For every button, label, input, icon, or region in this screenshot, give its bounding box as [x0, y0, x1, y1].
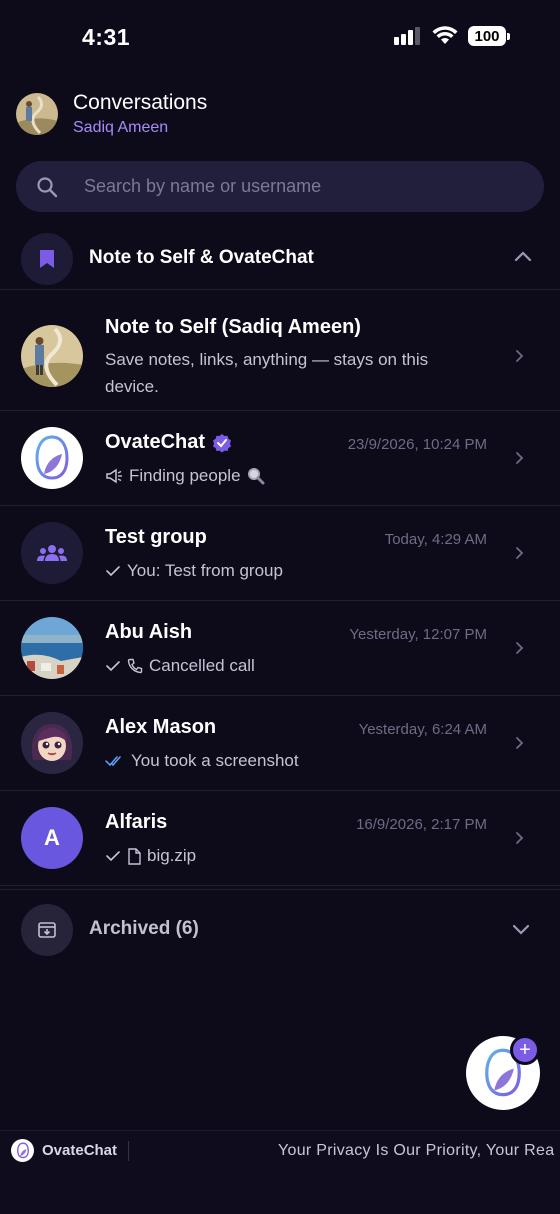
battery-level: 100 — [468, 26, 506, 46]
conversation-time: Yesterday, 6:24 AM — [358, 721, 487, 738]
avatar — [21, 617, 83, 679]
conversation-row-ovatechat[interactable]: OvateChat 23/9/2026, 10:24 PM Finding pe… — [0, 411, 560, 506]
status-icons: 100 — [394, 26, 510, 46]
conversation-preview: Save notes, links, anything — stays on t… — [105, 350, 429, 396]
header: Conversations Sadiq Ameen — [0, 80, 560, 150]
footer-banner: OvateChat Your Privacy Is Our Priority, … — [0, 1130, 560, 1214]
verified-badge-icon — [213, 433, 232, 452]
phone-icon — [127, 658, 143, 674]
avatar — [21, 522, 83, 584]
footer-brand: OvateChat — [42, 1142, 118, 1159]
archived-label: Archived (6) — [89, 918, 199, 939]
conversation-row-alfaris[interactable]: A Alfaris 16/9/2026, 2:17 PM big.zip — [0, 791, 560, 886]
bookmark-icon — [21, 233, 73, 285]
footer-divider — [128, 1141, 129, 1161]
megaphone-icon — [106, 468, 122, 484]
sent-check-icon — [106, 661, 120, 672]
conversation-name: Abu Aish — [105, 621, 193, 643]
cellular-signal-icon — [394, 27, 420, 45]
avatar — [21, 712, 83, 774]
conversation-preview: You: Test from group — [105, 561, 283, 581]
chevron-right-icon — [516, 737, 524, 749]
conversation-row-abu-aish[interactable]: Abu Aish Yesterday, 12:07 PM Cancelled c… — [0, 601, 560, 696]
magnifying-glass-icon — [247, 468, 265, 485]
conversation-row-alex-mason[interactable]: Alex Mason Yesterday, 6:24 AM You took a… — [0, 696, 560, 791]
conversation-preview: You took a screenshot — [105, 751, 299, 771]
conversation-name: Alfaris — [105, 811, 168, 833]
conversation-time: Yesterday, 12:07 PM — [349, 626, 487, 643]
read-check-icon — [105, 756, 121, 767]
conversation-row-note-to-self[interactable]: Note to Self (Sadiq Ameen) Save notes, l… — [0, 301, 560, 411]
conversation-name: Test group — [105, 526, 207, 548]
avatar: A — [21, 807, 83, 869]
archived-section[interactable]: Archived (6) — [0, 889, 560, 969]
archive-icon — [21, 904, 73, 956]
avatar-initial: A — [44, 825, 60, 850]
ovatechat-logo-icon — [35, 435, 69, 480]
page-title: Conversations — [73, 91, 208, 114]
conversation-name: OvateChat — [105, 431, 232, 454]
plus-icon[interactable]: + — [510, 1035, 540, 1065]
profile-avatar[interactable] — [16, 93, 58, 135]
pinned-section-header[interactable]: Note to Self & OvateChat — [0, 226, 560, 290]
conversation-preview: Finding people — [105, 466, 265, 486]
conversation-preview: Cancelled call — [105, 656, 255, 676]
current-user-name: Sadiq Ameen — [73, 119, 169, 136]
status-time: 4:31 — [82, 24, 131, 50]
conversation-preview: big.zip — [105, 846, 196, 866]
conversation-time: 16/9/2026, 2:17 PM — [356, 816, 487, 833]
search-icon — [37, 177, 58, 198]
conversation-time: 23/9/2026, 10:24 PM — [347, 436, 487, 453]
chevron-right-icon — [516, 350, 524, 362]
file-icon — [128, 847, 141, 865]
sent-check-icon — [106, 566, 120, 577]
conversation-row-test-group[interactable]: Test group Today, 4:29 AM You: Test from… — [0, 506, 560, 601]
section-title: Note to Self & OvateChat — [89, 247, 314, 268]
conversation-name: Alex Mason — [105, 716, 217, 738]
footer-marquee-text: Your Privacy Is Our Priority, Your Rea — [278, 1142, 555, 1159]
ovatechat-logo-icon — [11, 1139, 34, 1162]
conversation-list: Note to Self (Sadiq Ameen) Save notes, l… — [0, 301, 560, 886]
chevron-right-icon — [516, 832, 524, 844]
group-icon — [37, 545, 67, 561]
avatar — [21, 325, 83, 387]
chevron-down-icon[interactable] — [512, 923, 530, 935]
wifi-icon — [432, 26, 458, 44]
status-bar: 4:31 100 — [0, 0, 560, 80]
sent-check-icon — [106, 851, 120, 862]
search-input[interactable] — [84, 161, 524, 212]
chevron-right-icon — [516, 452, 524, 464]
chevron-right-icon — [516, 547, 524, 559]
chevron-right-icon — [516, 642, 524, 654]
battery-icon: 100 — [468, 26, 510, 46]
chevron-up-icon[interactable] — [514, 250, 532, 262]
conversation-name: Note to Self (Sadiq Ameen) — [105, 316, 361, 338]
search-bar — [16, 161, 544, 212]
conversation-time: Today, 4:29 AM — [384, 531, 487, 548]
avatar — [21, 427, 83, 489]
